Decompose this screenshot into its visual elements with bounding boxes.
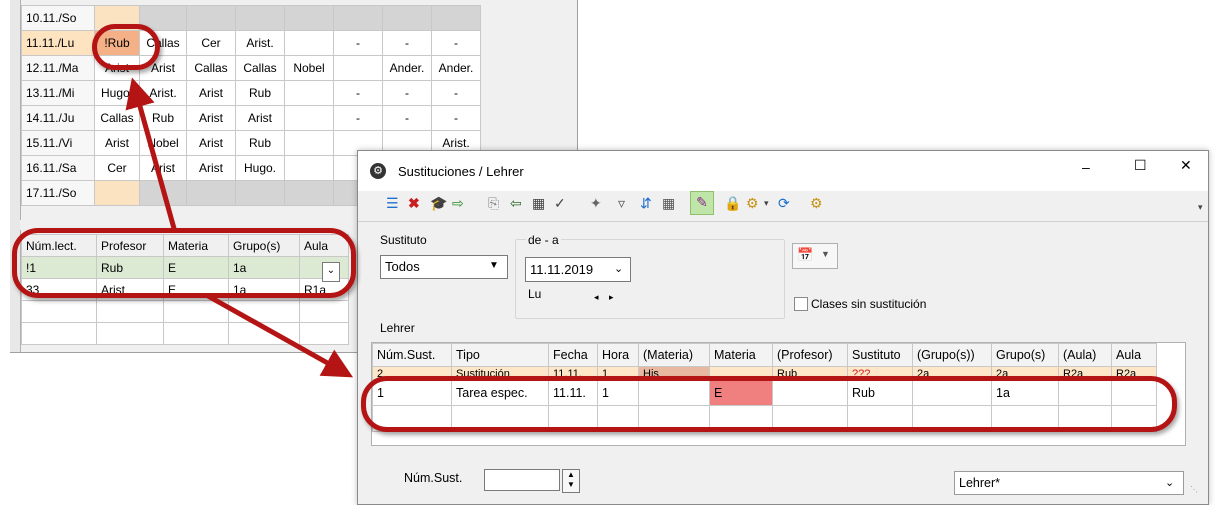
arrow-to-rub <box>125 77 178 233</box>
annotation-arrows <box>125 77 354 378</box>
arrow-to-substitution <box>206 293 354 378</box>
